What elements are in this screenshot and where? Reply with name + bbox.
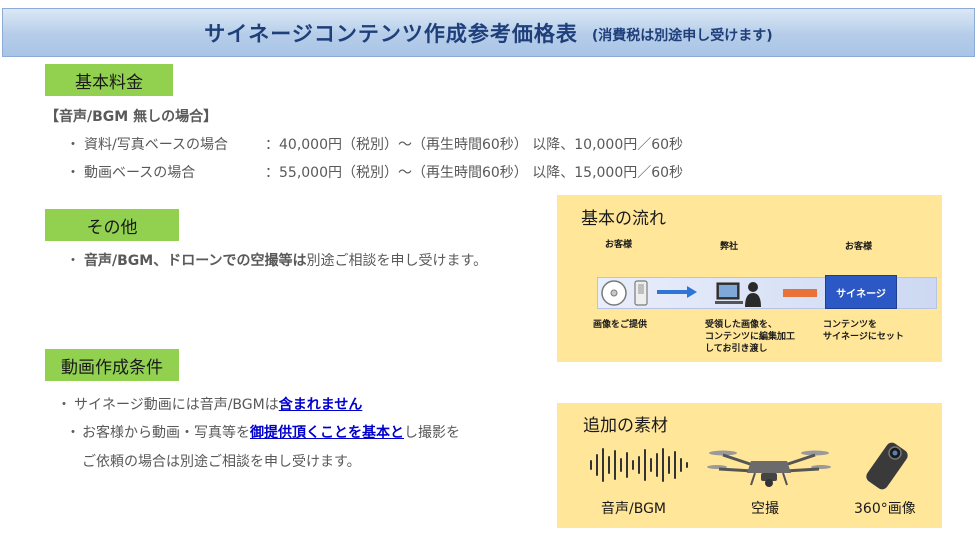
fee-item-name: 動画ベースの場合 <box>84 165 196 181</box>
material-label-sound: 音声/BGM <box>601 501 667 517</box>
not-included-link[interactable]: 含まれません <box>279 397 363 413</box>
flow-customer-label: お客様 <box>605 240 633 250</box>
flow-panel: 基本の流れ お客様 弊社 お客様 サイネージ 画像をご提供 受領した画像を、 コ… <box>557 195 942 362</box>
other-tag: その他 <box>45 209 179 241</box>
bullet: ・ <box>66 425 80 441</box>
provided-basis-link[interactable]: 御提供頂くことを基本と <box>250 425 404 441</box>
bullet: ・ <box>66 165 80 181</box>
flow-customer-label-2: お客様 <box>845 242 873 252</box>
basic-fee-tag: 基本料金 <box>45 64 173 96</box>
fee-item-name: 資料/写真ベースの場合 <box>84 137 229 153</box>
condition-text-pre: サイネージ動画には音声/BGMは <box>74 397 279 413</box>
condition-text-post: し撮影を <box>404 425 460 441</box>
flow-caption-1: 画像をご提供 <box>593 320 648 330</box>
computer-operator-icon <box>715 282 761 307</box>
flow-caption-2: 受領した画像を、 コンテンツに編集加工 してお引き渡し <box>705 320 796 354</box>
flow-title: 基本の流れ <box>581 209 666 229</box>
other-text: 音声/BGM、ドローンでの空撮等は別途ご相談を申し受けます。 <box>84 250 487 270</box>
material-label-360: 360°画像 <box>854 501 916 517</box>
fee-item-price: ：55,000円（税別）～（再生時間60秒） 以降、15,000円／60秒 <box>265 165 684 181</box>
fee-item-price: ：40,000円（税別）～（再生時間60秒） 以降、10,000円／60秒 <box>265 137 684 153</box>
360-camera-icon <box>866 442 908 490</box>
flow-company-label: 弊社 <box>720 242 739 252</box>
disc-icon <box>601 280 648 306</box>
materials-panel: 追加の素材 音声/BGM 空撮 360°画像 <box>557 403 942 528</box>
materials-title: 追加の素材 <box>583 416 668 436</box>
conditions-tag: 動画作成条件 <box>45 349 179 381</box>
signage-box: サイネージ <box>825 275 897 309</box>
arrow-orange-icon <box>783 289 817 297</box>
other-text-bold: 音声/BGM、ドローンでの空撮等は <box>84 253 307 269</box>
bullet: ・ <box>66 253 80 269</box>
condition-text: お客様から動画・写真等を御提供頂くことを基本とし撮影を <box>82 422 460 442</box>
other-text-rest: 別途ご相談を申し受けます。 <box>306 253 488 269</box>
sound-wave-icon <box>590 448 688 482</box>
basic-fee-header: 【音声/BGM 無しの場合】 <box>45 109 218 125</box>
arrow-right-icon <box>657 286 697 298</box>
page-title: サイネージコンテンツ作成参考価格表 <box>204 21 578 46</box>
flow-caption-3: コンテンツを サイネージにセット <box>823 320 904 342</box>
bullet: ・ <box>57 397 71 413</box>
condition-line-3: ご依頼の場合は別途ご相談を申し受けます。 <box>82 454 361 470</box>
bullet: ・ <box>66 137 80 153</box>
condition-text: サイネージ動画には音声/BGMは含まれません <box>74 394 362 414</box>
page-subtitle: (消費税は別途申し受けます) <box>591 27 773 44</box>
condition-text-pre: お客様から動画・写真等を <box>82 425 250 441</box>
material-label-aerial: 空撮 <box>751 501 779 517</box>
drone-icon <box>707 450 831 487</box>
title-bar: サイネージコンテンツ作成参考価格表 (消費税は別途申し受けます) <box>2 8 975 57</box>
